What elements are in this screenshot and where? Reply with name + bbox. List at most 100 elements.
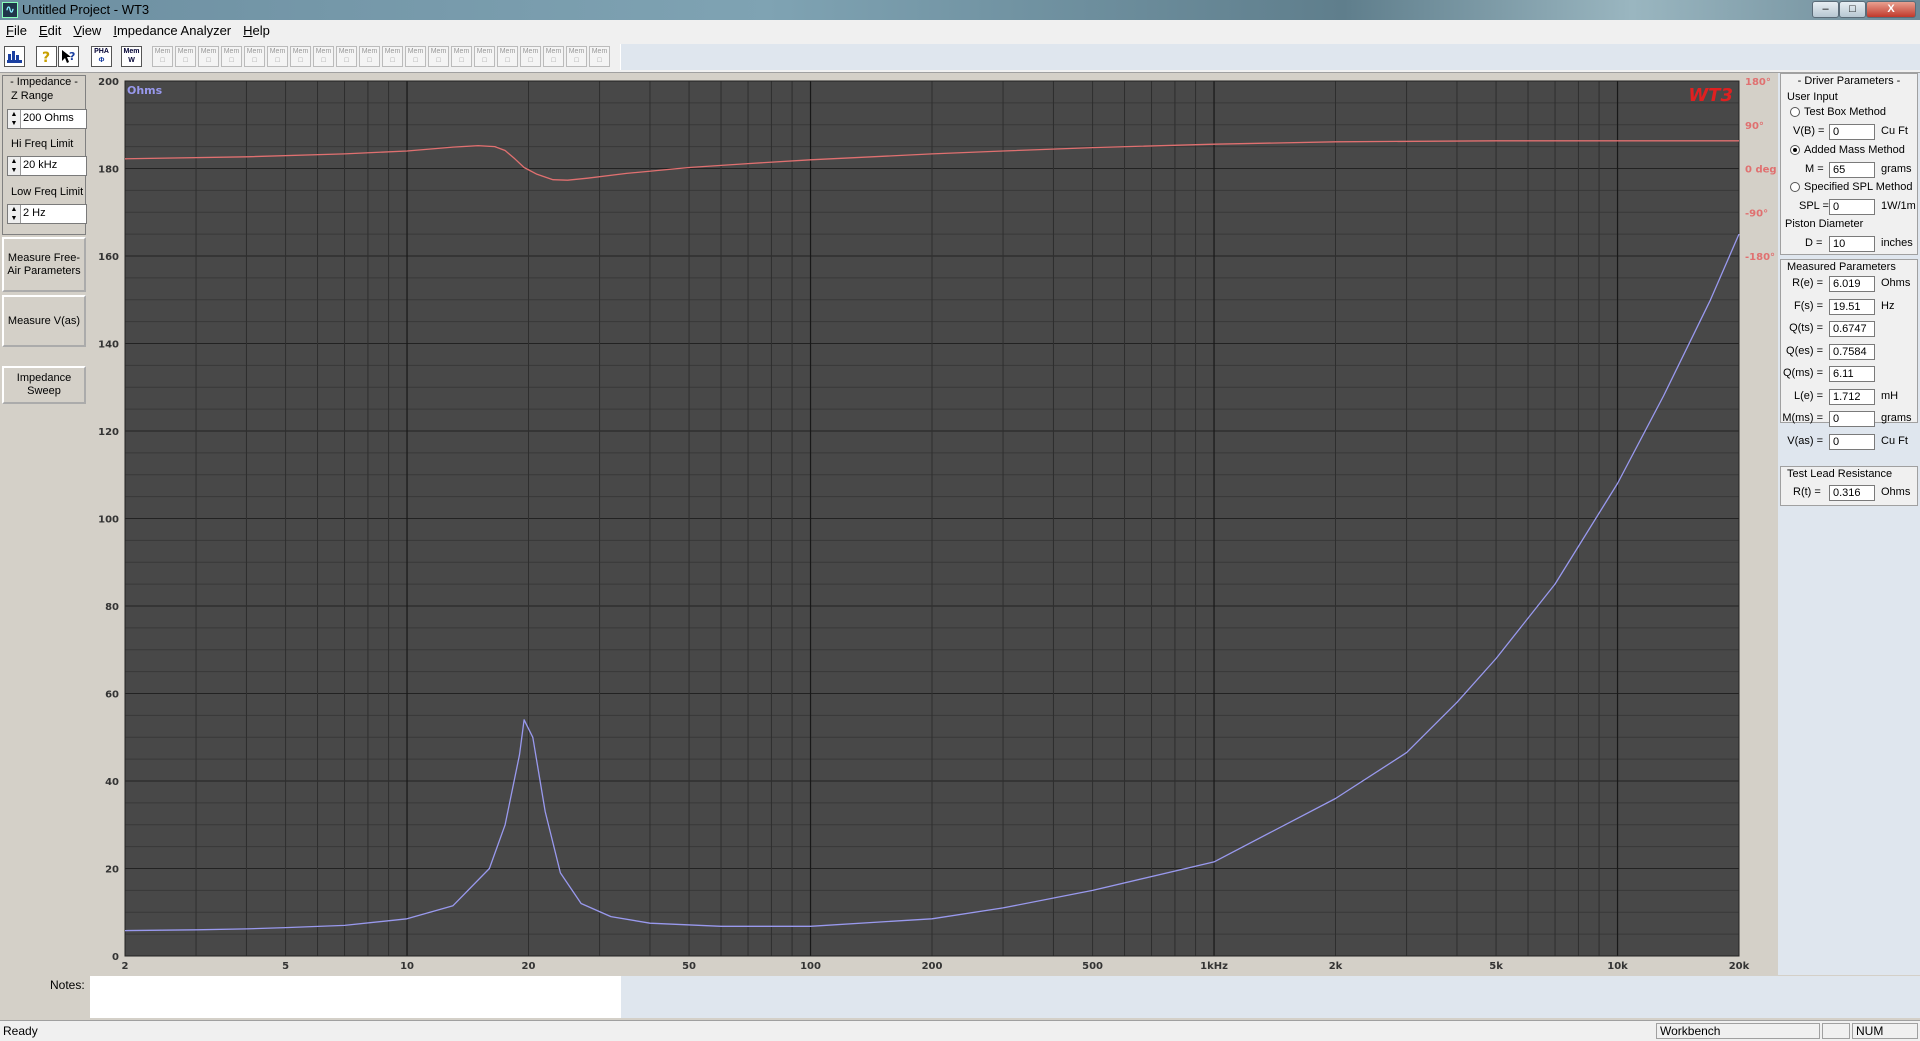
measured-param-label: V(as) =	[1787, 434, 1823, 447]
driver-params-title: - Driver Parameters -	[1797, 75, 1901, 87]
measured-param-value: 0	[1829, 411, 1875, 427]
notes-input[interactable]	[90, 976, 621, 1018]
mem-slot-button[interactable]: Mem □	[589, 46, 610, 67]
measured-param-label: Q(ms) =	[1782, 367, 1823, 379]
m-input[interactable]: 65	[1829, 162, 1875, 178]
measured-param-label: F(s) =	[1793, 299, 1823, 312]
menu-file[interactable]: File	[0, 20, 33, 42]
mem-slot-button[interactable]: Mem □	[198, 46, 219, 67]
piston-diameter-label: Piston Diameter	[1785, 218, 1864, 230]
test-box-radio[interactable]	[1790, 107, 1800, 117]
x-tick-label: 20k	[1729, 961, 1750, 972]
mem-slot-icon: □	[321, 57, 326, 64]
notes-spacer	[621, 976, 1920, 1018]
mem-slot-icon: □	[528, 57, 533, 64]
measured-param-label: R(e) =	[1792, 277, 1823, 289]
phase-tick-label: -90°	[1745, 208, 1768, 219]
mem-slot-label: Mem	[453, 48, 470, 55]
mem-slot-button[interactable]: Mem □	[175, 46, 196, 67]
mem-slot-button[interactable]: Mem □	[221, 46, 242, 67]
mem-slot-button[interactable]: Mem □	[405, 46, 426, 67]
low-freq-spinner[interactable]: ▲ ▼ 2 Hz	[7, 204, 87, 224]
y-tick-label: 140	[98, 340, 119, 351]
vb-input[interactable]: 0	[1829, 124, 1875, 140]
mem-slot-label: Mem	[223, 48, 240, 55]
y-tick-label: 20	[105, 865, 119, 876]
mem-slot-button[interactable]: Mem □	[566, 46, 587, 67]
d-input[interactable]: 10	[1829, 236, 1875, 252]
y-tick-label: 40	[105, 777, 119, 788]
mem-slot-label: Mem	[361, 48, 378, 55]
context-help-icon[interactable]: ?	[58, 46, 79, 67]
spl-input[interactable]: 0	[1829, 199, 1875, 215]
measured-param-value: 0.7584	[1829, 343, 1875, 360]
mem-slot-button[interactable]: Mem □	[543, 46, 564, 67]
spinner-arrows-icon[interactable]: ▲ ▼	[8, 110, 21, 128]
mem-slot-button[interactable]: Mem □	[474, 46, 495, 67]
notes-row: Notes:	[0, 975, 1920, 1020]
num-lock-pane: NUM	[1852, 1023, 1918, 1039]
phase-tick-label: -180°	[1745, 252, 1775, 263]
svg-text:?: ?	[69, 50, 75, 63]
x-tick-label: 10	[400, 961, 414, 972]
menu-label-rest: mpedance Analyzer	[116, 23, 232, 38]
spl-label: SPL =	[1799, 200, 1829, 212]
mem-slot-button[interactable]: Mem □	[313, 46, 334, 67]
m-label: M =	[1805, 163, 1824, 175]
mem-slot-label: Mem	[430, 48, 447, 55]
mem-slot-label: Mem	[476, 48, 493, 55]
mem-slot-button[interactable]: Mem □	[290, 46, 311, 67]
y-tick-label: 160	[98, 252, 119, 263]
mem-slot-button[interactable]: Mem □	[497, 46, 518, 67]
m-unit: grams	[1881, 163, 1912, 175]
z-range-spinner[interactable]: ▲ ▼ 200 Ohms	[7, 109, 87, 129]
y-tick-label: 180	[98, 165, 119, 176]
mem-slot-icon: □	[206, 57, 211, 64]
toolbar-spacer	[620, 44, 1920, 70]
impedance-sweep-button[interactable]: Impedance Sweep	[2, 366, 86, 404]
help-icon[interactable]: ?	[36, 46, 57, 67]
low-freq-value: 2 Hz	[23, 207, 46, 219]
hi-freq-label: Hi Freq Limit	[11, 138, 74, 150]
x-tick-label: 2k	[1329, 961, 1343, 972]
menu-help[interactable]: Help	[237, 20, 276, 42]
mem-slot-button[interactable]: Mem □	[382, 46, 403, 67]
mem-w-button[interactable]: Mem W	[121, 46, 142, 67]
maximize-button[interactable]: □	[1839, 1, 1866, 18]
hi-freq-spinner[interactable]: ▲ ▼ 20 kHz	[7, 156, 87, 176]
mem-slot-button[interactable]: Mem □	[267, 46, 288, 67]
mem-slot-icon: □	[459, 57, 464, 64]
impedance-group-title: - Impedance -	[10, 76, 78, 88]
rt-input[interactable]: 0.316	[1829, 485, 1875, 501]
z-range-label: Z Range	[11, 90, 54, 102]
minimize-button[interactable]: –	[1812, 1, 1839, 18]
phase-tick-label: 90°	[1745, 121, 1764, 132]
spl-radio[interactable]	[1790, 182, 1800, 192]
menu-view[interactable]: View	[67, 20, 107, 42]
z-range-value: 200 Ohms	[23, 112, 74, 124]
graph-icon[interactable]	[4, 46, 25, 67]
pha-button[interactable]: PHA Φ	[91, 46, 112, 67]
mem-slot-button[interactable]: Mem □	[428, 46, 449, 67]
phase-tick-label: 180°	[1745, 77, 1771, 88]
measured-param-unit: Hz	[1881, 299, 1895, 312]
mem-slot-button[interactable]: Mem □	[359, 46, 380, 67]
mem-slot-button[interactable]: Mem □	[451, 46, 472, 67]
menu-impedance-analyzer[interactable]: Impedance Analyzer	[107, 20, 237, 42]
menu-edit[interactable]: Edit	[33, 20, 67, 42]
menu-mnemonic: V	[73, 23, 82, 38]
mem-slot-button[interactable]: Mem □	[336, 46, 357, 67]
spinner-arrows-icon[interactable]: ▲ ▼	[8, 205, 21, 223]
mem-slot-button[interactable]: Mem □	[152, 46, 173, 67]
close-button[interactable]: X	[1866, 1, 1916, 18]
mem-slot-button[interactable]: Mem □	[244, 46, 265, 67]
measure-vas-button[interactable]: Measure V(as)	[2, 295, 86, 347]
added-mass-radio[interactable]	[1790, 145, 1800, 155]
impedance-chart[interactable]: 0 20 40 60 80 100 120 140 160 180 200 Ohms 2 5 10 20 50 1…	[89, 73, 1778, 975]
mem-slot-button[interactable]: Mem □	[520, 46, 541, 67]
spinner-arrows-icon[interactable]: ▲ ▼	[8, 157, 21, 175]
x-tick-label: 2	[122, 961, 129, 972]
measured-param-unit: mH	[1881, 389, 1899, 402]
measure-free-air-button[interactable]: Measure Free-Air Parameters	[2, 237, 86, 292]
mem-slot-icon: □	[436, 57, 441, 64]
